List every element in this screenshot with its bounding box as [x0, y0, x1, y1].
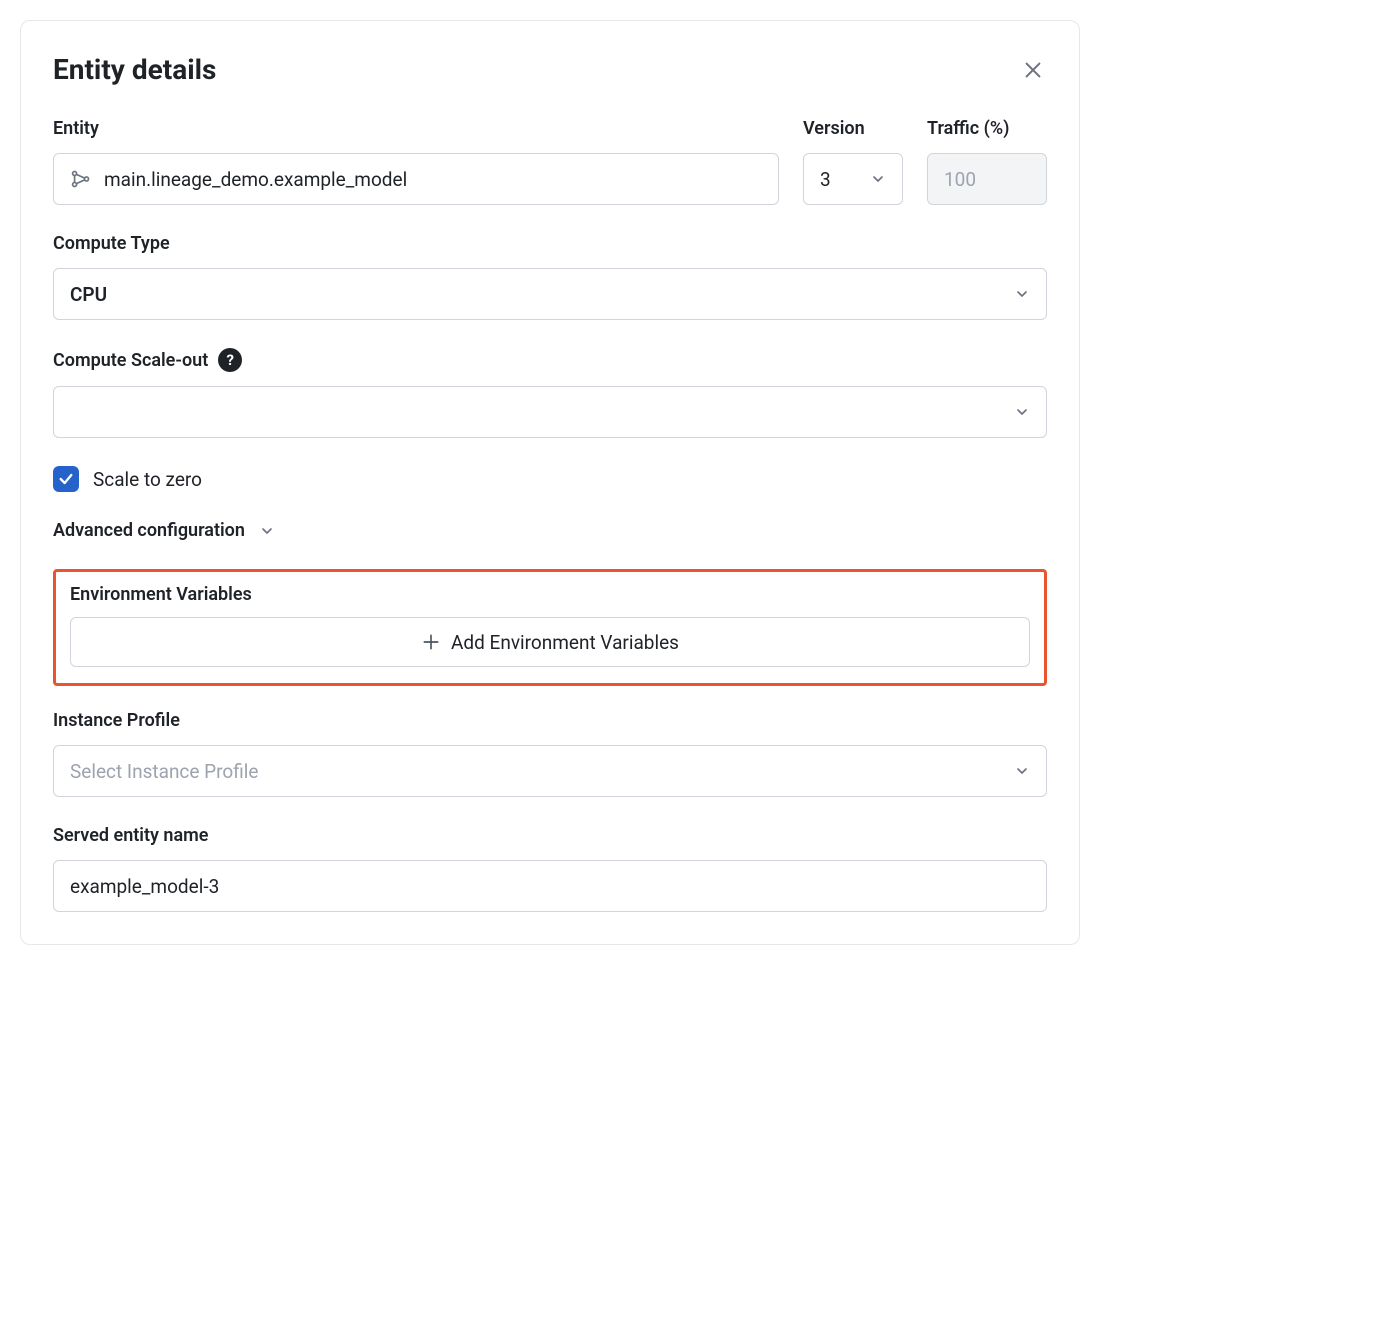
compute-type-label: Compute Type: [53, 233, 1047, 254]
traffic-field: Traffic (%) 100: [927, 118, 1047, 205]
add-env-vars-button[interactable]: Add Environment Variables: [70, 617, 1030, 667]
close-button[interactable]: [1019, 56, 1047, 84]
panel-header: Entity details: [53, 53, 1047, 86]
chevron-down-icon: [1014, 404, 1030, 420]
entity-value: main.lineage_demo.example_model: [104, 168, 762, 191]
panel-title: Entity details: [53, 53, 216, 86]
version-value: 3: [820, 168, 831, 191]
scale-to-zero-row[interactable]: Scale to zero: [53, 466, 1047, 492]
compute-type-select[interactable]: CPU: [53, 268, 1047, 320]
compute-scaleout-select[interactable]: [53, 386, 1047, 438]
environment-variables-section: Environment Variables Add Environment Va…: [53, 569, 1047, 686]
entity-label: Entity: [53, 118, 779, 139]
plus-icon: [421, 632, 441, 652]
instance-profile-field: Instance Profile Select Instance Profile: [53, 710, 1047, 797]
scale-to-zero-label: Scale to zero: [93, 468, 202, 491]
scale-to-zero-checkbox[interactable]: [53, 466, 79, 492]
chevron-down-icon: [259, 523, 275, 539]
help-icon[interactable]: ?: [218, 348, 242, 372]
advanced-configuration-toggle[interactable]: Advanced configuration: [53, 520, 1047, 541]
check-icon: [58, 471, 74, 487]
served-entity-name-value[interactable]: [70, 875, 1030, 898]
entity-input[interactable]: main.lineage_demo.example_model: [53, 153, 779, 205]
compute-type-value: CPU: [70, 283, 107, 306]
model-icon: [70, 168, 92, 190]
chevron-down-icon: [1014, 286, 1030, 302]
chevron-down-icon: [870, 171, 886, 187]
instance-profile-label: Instance Profile: [53, 710, 1047, 731]
served-entity-name-input[interactable]: [53, 860, 1047, 912]
version-field: Version 3: [803, 118, 903, 205]
compute-scaleout-field: Compute Scale-out ?: [53, 348, 1047, 438]
entity-row: Entity main.lineage_demo.example_model V…: [53, 118, 1047, 205]
compute-scaleout-label: Compute Scale-out ?: [53, 348, 1047, 372]
served-entity-name-field: Served entity name: [53, 825, 1047, 912]
entity-details-panel: Entity details Entity main.lineage_demo.…: [20, 20, 1080, 945]
compute-type-field: Compute Type CPU: [53, 233, 1047, 320]
traffic-value: 100: [944, 168, 1030, 191]
instance-profile-placeholder: Select Instance Profile: [70, 760, 258, 783]
instance-profile-select[interactable]: Select Instance Profile: [53, 745, 1047, 797]
traffic-label: Traffic (%): [927, 118, 1047, 139]
chevron-down-icon: [1014, 763, 1030, 779]
entity-field: Entity main.lineage_demo.example_model: [53, 118, 779, 205]
compute-scaleout-label-text: Compute Scale-out: [53, 350, 208, 371]
version-select[interactable]: 3: [803, 153, 903, 205]
traffic-input: 100: [927, 153, 1047, 205]
advanced-configuration-label: Advanced configuration: [53, 520, 245, 541]
version-label: Version: [803, 118, 903, 139]
close-icon: [1022, 59, 1044, 81]
env-vars-label: Environment Variables: [70, 584, 1030, 605]
add-env-vars-label: Add Environment Variables: [451, 631, 679, 654]
served-entity-name-label: Served entity name: [53, 825, 1047, 846]
